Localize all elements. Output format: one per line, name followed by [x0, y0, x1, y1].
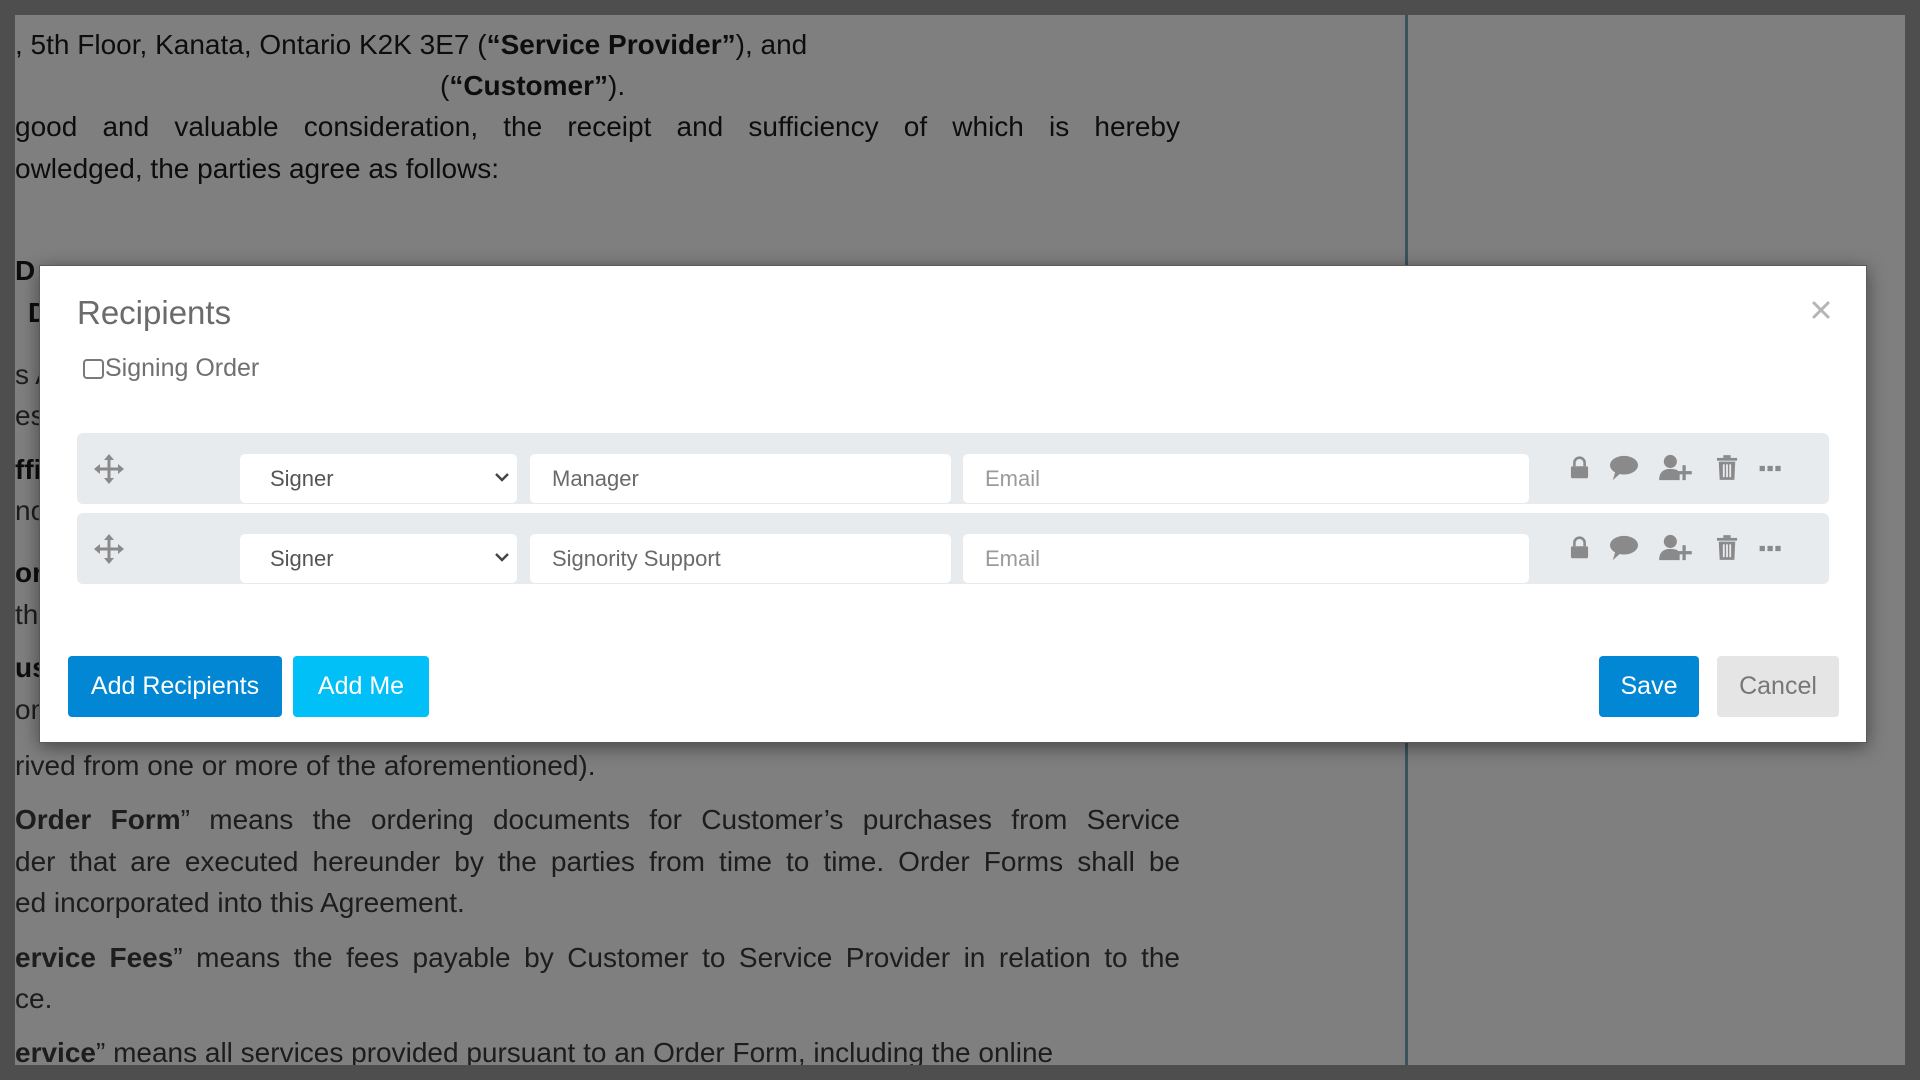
dialog-title: Recipients: [77, 294, 232, 331]
email-input-placeholder: Email: [985, 465, 1041, 491]
chevron-down-icon: [495, 473, 509, 482]
save-button[interactable]: Save: [1599, 656, 1699, 717]
lock-icon: [1570, 536, 1588, 559]
signing-order-checkbox[interactable]: Signing Order: [83, 354, 259, 383]
more-options-button[interactable]: [1758, 531, 1784, 565]
recipients-dialog: Recipients Signing Order Signer Manager …: [39, 265, 1867, 743]
close-icon: [1812, 301, 1830, 319]
delete-button[interactable]: [1714, 451, 1740, 485]
more-icon: [1759, 465, 1781, 471]
role-select-value: Signer: [270, 545, 334, 571]
recipient-row: Signer Manager Email: [77, 433, 1829, 504]
lock-button[interactable]: [1567, 531, 1591, 565]
email-input-placeholder: Email: [985, 545, 1041, 571]
close-button[interactable]: [1808, 297, 1834, 323]
checkbox[interactable]: [83, 358, 104, 379]
name-input-value: Manager: [552, 465, 639, 491]
delete-button[interactable]: [1714, 531, 1740, 565]
row-actions: [1567, 531, 1784, 565]
add-recipients-button[interactable]: Add Recipients: [68, 656, 282, 717]
cancel-button[interactable]: Cancel: [1717, 656, 1839, 717]
row-actions: [1567, 451, 1784, 485]
chevron-down-icon: [495, 553, 509, 562]
drag-handle[interactable]: [93, 453, 125, 485]
name-input-value: Signority Support: [552, 545, 721, 571]
name-input[interactable]: Manager: [530, 454, 951, 503]
recipient-row: Signer Signority Support Email: [77, 513, 1829, 584]
add-user-button[interactable]: [1656, 531, 1694, 565]
comment-icon: [1610, 535, 1638, 561]
trash-icon: [1716, 535, 1738, 560]
more-options-button[interactable]: [1758, 451, 1784, 485]
email-input[interactable]: Email: [963, 454, 1529, 503]
lock-button[interactable]: [1567, 451, 1591, 485]
role-select[interactable]: Signer: [240, 454, 517, 503]
signing-order-label: Signing Order: [105, 354, 260, 382]
add-user-button[interactable]: [1656, 451, 1694, 485]
trash-icon: [1716, 455, 1738, 480]
comment-icon: [1610, 455, 1638, 481]
drag-handle[interactable]: [93, 533, 125, 565]
name-input[interactable]: Signority Support: [530, 534, 951, 583]
lock-icon: [1570, 456, 1588, 479]
add-me-button[interactable]: Add Me: [293, 656, 429, 717]
comment-button[interactable]: [1607, 451, 1641, 485]
role-select[interactable]: Signer: [240, 534, 517, 583]
drag-move-icon: [94, 534, 124, 564]
role-select-value: Signer: [270, 465, 334, 491]
comment-button[interactable]: [1607, 531, 1641, 565]
drag-move-icon: [94, 454, 124, 484]
more-icon: [1759, 545, 1781, 551]
add-user-icon: [1659, 534, 1692, 561]
email-input[interactable]: Email: [963, 534, 1529, 583]
add-user-icon: [1659, 454, 1692, 481]
